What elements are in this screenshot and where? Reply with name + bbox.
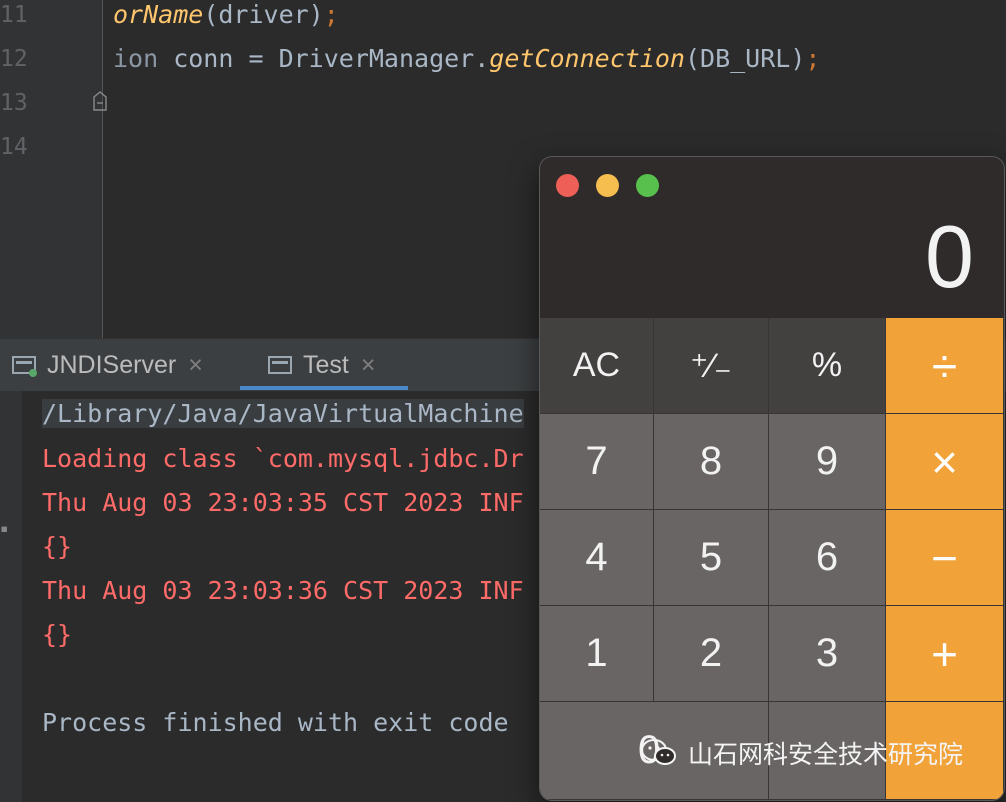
watermark: 山石网科安全技术研究院 [640, 735, 963, 771]
active-tab-indicator [240, 386, 408, 390]
code-statement: conn = DriverManager. [158, 44, 490, 73]
minus-button[interactable]: − [886, 510, 1004, 606]
digit-6-button[interactable]: 6 [769, 510, 886, 606]
calculator-display: 0 [925, 207, 974, 306]
fold-marker-icon[interactable] [92, 91, 108, 111]
code-args: (driver) [203, 0, 324, 29]
toolbar-marker: ▪ [0, 521, 9, 537]
line-gutter: 11 12 13 14 [0, 0, 103, 338]
line-number: 12 [0, 46, 28, 72]
console-line: /Library/Java/JavaVirtualMachine [42, 399, 524, 428]
digit-1-button[interactable]: 1 [540, 606, 654, 702]
code-line-11: orName(driver); [113, 0, 339, 29]
line-number: 14 [0, 134, 28, 160]
digit-3-button[interactable]: 3 [769, 606, 886, 702]
watermark-text: 山石网科安全技术研究院 [688, 740, 964, 769]
plus-button[interactable]: + [886, 606, 1004, 702]
digit-4-button[interactable]: 4 [540, 510, 654, 606]
code-line-12: ion conn = DriverManager.getConnection(D… [113, 44, 820, 73]
zoom-window-button[interactable] [636, 174, 659, 197]
code-args: (DB_URL) [684, 44, 806, 73]
code-semicolon: ; [323, 0, 339, 29]
close-icon[interactable]: × [361, 351, 376, 380]
console-line: Thu Aug 03 23:03:36 CST 2023 INF [42, 576, 524, 605]
close-window-button[interactable] [556, 174, 579, 197]
console-line: Thu Aug 03 23:03:35 CST 2023 INF [42, 488, 524, 517]
console-line: {} [42, 620, 73, 649]
code-method: orName [113, 0, 204, 29]
wechat-icon [640, 738, 678, 768]
ac-button[interactable]: AC [540, 318, 654, 414]
line-number: 13 [0, 90, 28, 116]
tab-label: JNDIServer [47, 351, 177, 379]
close-icon[interactable]: × [188, 351, 203, 380]
digit-5-button[interactable]: 5 [654, 510, 769, 606]
line-number: 11 [0, 2, 28, 28]
multiply-button[interactable]: × [886, 414, 1004, 510]
code-semicolon: ; [805, 44, 821, 73]
tab-label: Test [303, 351, 349, 379]
console-toolbar: ▪ [0, 391, 22, 802]
console-icon [268, 355, 294, 377]
console-icon [12, 355, 38, 377]
console-line: {} [42, 532, 73, 561]
digit-2-button[interactable]: 2 [654, 606, 769, 702]
calculator-window: 0 AC ⁺∕₋ % ÷ 7 8 9 × 4 5 6 − 1 2 3 + 0 山… [540, 157, 1004, 800]
code-method: getConnection [489, 44, 685, 73]
code-type: ion [113, 44, 159, 73]
minimize-window-button[interactable] [596, 174, 619, 197]
digit-9-button[interactable]: 9 [769, 414, 886, 510]
console-line: Loading class `com.mysql.jdbc.Dr [42, 444, 524, 473]
divide-button[interactable]: ÷ [886, 318, 1004, 414]
percent-button[interactable]: % [769, 318, 886, 414]
digit-7-button[interactable]: 7 [540, 414, 654, 510]
tab-jndiserver[interactable]: JNDIServer × [12, 339, 203, 392]
digit-8-button[interactable]: 8 [654, 414, 769, 510]
sign-toggle-button[interactable]: ⁺∕₋ [654, 318, 769, 414]
tab-test[interactable]: Test × [268, 339, 375, 392]
console-line: Process finished with exit code [42, 708, 509, 737]
